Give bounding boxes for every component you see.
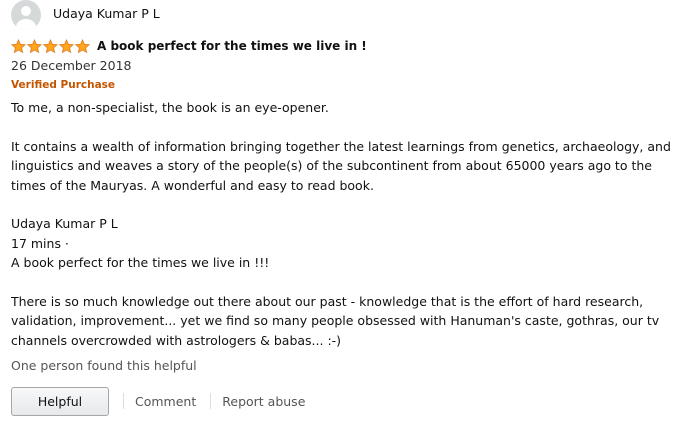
helpful-button[interactable]: Helpful bbox=[11, 386, 109, 416]
review-date: 26 December 2018 bbox=[11, 58, 132, 73]
quoted-time: 17 mins · bbox=[11, 235, 69, 251]
star-icon bbox=[27, 38, 42, 53]
reviewer-profile[interactable]: Udaya Kumar P L bbox=[11, 0, 160, 30]
divider bbox=[210, 393, 212, 409]
review-paragraph: There is so much knowledge out there abo… bbox=[11, 294, 660, 348]
review-body: To me, a non-specialist, the book is an … bbox=[11, 98, 687, 370]
star-icon bbox=[75, 38, 90, 53]
quoted-author: Udaya Kumar P L bbox=[11, 216, 118, 232]
reviewer-name[interactable]: Udaya Kumar P L bbox=[53, 6, 160, 21]
report-abuse-link[interactable]: Report abuse bbox=[222, 394, 305, 409]
user-silhouette-icon[interactable] bbox=[11, 0, 41, 30]
star-icon bbox=[59, 38, 74, 53]
star-rating[interactable] bbox=[11, 38, 91, 54]
divider bbox=[123, 393, 124, 409]
review-actions: Helpful Comment Report abuse bbox=[11, 386, 305, 416]
star-icon bbox=[43, 38, 58, 53]
comment-link[interactable]: Comment bbox=[135, 394, 196, 409]
review-title[interactable]: A book perfect for the times we live in … bbox=[97, 39, 367, 53]
avatar-shoulders bbox=[16, 19, 36, 30]
review-card: Udaya Kumar P L A book perfect for the t… bbox=[0, 0, 690, 428]
quoted-title: A book perfect for the times we live in … bbox=[11, 255, 270, 271]
verified-purchase-badge[interactable]: Verified Purchase bbox=[11, 79, 115, 91]
star-icon bbox=[11, 38, 26, 53]
avatar-head bbox=[21, 6, 31, 16]
review-header: A book perfect for the times we live in … bbox=[11, 37, 367, 55]
helpful-count: One person found this helpful bbox=[11, 358, 197, 373]
review-paragraph: It contains a wealth of information brin… bbox=[11, 138, 671, 193]
review-paragraph: To me, a non-specialist, the book is an … bbox=[11, 100, 329, 115]
